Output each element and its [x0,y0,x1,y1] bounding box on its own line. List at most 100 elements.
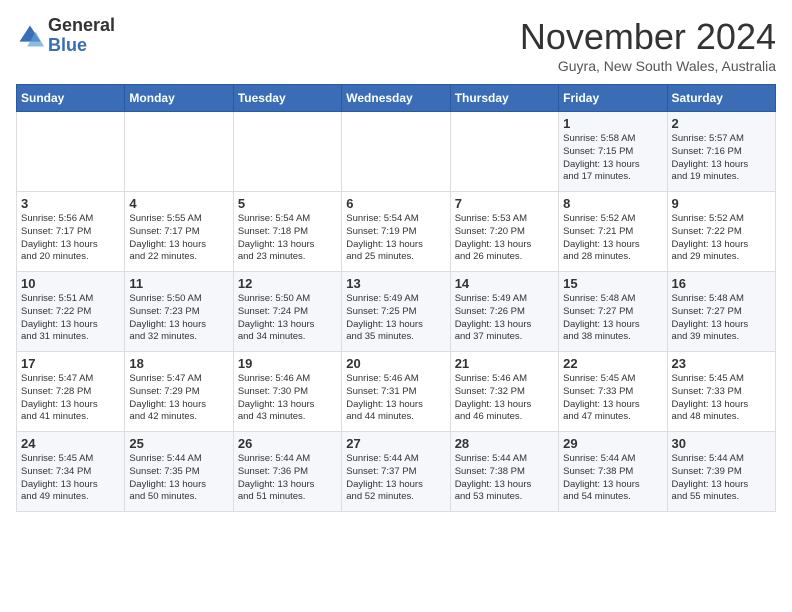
calendar-cell: 2Sunrise: 5:57 AM Sunset: 7:16 PM Daylig… [667,112,775,192]
calendar-cell [450,112,558,192]
title-block: November 2024 Guyra, New South Wales, Au… [520,16,776,74]
day-number: 4 [129,196,228,211]
month-title: November 2024 [520,16,776,58]
calendar-cell: 11 Sunrise: 5:50 AM Sunset: 7:23 PM Dayli… [125,272,233,352]
day-info: Sunrise: 5:49 AM Sunset: 7:26 PM Dayligh… [455,293,554,344]
day-info: Sunrise: 5:49 AM Sunset: 7:25 PM Dayligh… [346,293,445,344]
weekday-header-tuesday: Tuesday [233,85,341,112]
logo-blue-text: Blue [48,36,115,56]
day-info: Sunrise: 5:54 AM Sunset: 7:19 PM Dayligh… [346,213,445,264]
calendar-cell: 1 Sunrise: 5:58 AM Sunset: 7:15 PM Daylig… [559,112,667,192]
day-number: 5 [238,196,337,211]
logo-icon [16,22,44,50]
day-info: Sunrise: 5:44 AM Sunset: 7:37 PM Dayligh… [346,453,445,504]
day-number: 2 [672,116,771,131]
calendar-header: SundayMondayTuesdayWednesdayThursdayFrid… [17,85,776,112]
day-info: Sunrise: 5:47 AM Sunset: 7:29 PM Dayligh… [129,373,228,424]
day-number: 20 [346,356,445,371]
day-info: Sunrise: 5:50 AM Sunset: 7:23 PM Dayligh… [129,293,228,344]
day-info: Sunrise: 5:48 AM Sunset: 7:27 PM Dayligh… [563,293,662,344]
day-info: Sunrise: 5:45 AM Sunset: 7:33 PM Dayligh… [563,373,662,424]
calendar-cell: 22 Sunrise: 5:45 AM Sunset: 7:33 PM Dayli… [559,352,667,432]
calendar-cell: 6 Sunrise: 5:54 AM Sunset: 7:19 PM Daylig… [342,192,450,272]
calendar-cell: 4 Sunrise: 5:55 AM Sunset: 7:17 PM Daylig… [125,192,233,272]
day-number: 22 [563,356,662,371]
day-number: 29 [563,436,662,451]
location: Guyra, New South Wales, Australia [520,58,776,74]
page-header: General Blue November 2024 Guyra, New So… [16,16,776,74]
calendar-week-2: 3Sunrise: 5:56 AM Sunset: 7:17 PM Daylig… [17,192,776,272]
day-number: 8 [563,196,662,211]
calendar-cell: 15 Sunrise: 5:48 AM Sunset: 7:27 PM Dayli… [559,272,667,352]
weekday-header-sunday: Sunday [17,85,125,112]
calendar-cell: 27 Sunrise: 5:44 AM Sunset: 7:37 PM Dayli… [342,432,450,512]
day-info: Sunrise: 5:46 AM Sunset: 7:31 PM Dayligh… [346,373,445,424]
day-info: Sunrise: 5:55 AM Sunset: 7:17 PM Dayligh… [129,213,228,264]
day-info: Sunrise: 5:52 AM Sunset: 7:22 PM Dayligh… [672,213,771,264]
calendar-week-5: 24 Sunrise: 5:45 AM Sunset: 7:34 PM Dayli… [17,432,776,512]
day-number: 17 [21,356,120,371]
calendar-table: SundayMondayTuesdayWednesdayThursdayFrid… [16,84,776,512]
calendar-cell: 5 Sunrise: 5:54 AM Sunset: 7:18 PM Daylig… [233,192,341,272]
day-info: Sunrise: 5:44 AM Sunset: 7:35 PM Dayligh… [129,453,228,504]
calendar-cell: 30Sunrise: 5:44 AM Sunset: 7:39 PM Dayli… [667,432,775,512]
weekday-header-monday: Monday [125,85,233,112]
calendar-week-4: 17Sunrise: 5:47 AM Sunset: 7:28 PM Dayli… [17,352,776,432]
calendar-cell: 29 Sunrise: 5:44 AM Sunset: 7:38 PM Dayli… [559,432,667,512]
calendar-cell: 21Sunrise: 5:46 AM Sunset: 7:32 PM Dayli… [450,352,558,432]
day-info: Sunrise: 5:44 AM Sunset: 7:38 PM Dayligh… [563,453,662,504]
calendar-cell: 8 Sunrise: 5:52 AM Sunset: 7:21 PM Daylig… [559,192,667,272]
calendar-cell: 20 Sunrise: 5:46 AM Sunset: 7:31 PM Dayli… [342,352,450,432]
day-number: 11 [129,276,228,291]
calendar-week-1: 1 Sunrise: 5:58 AM Sunset: 7:15 PM Daylig… [17,112,776,192]
day-number: 19 [238,356,337,371]
day-number: 7 [455,196,554,211]
day-info: Sunrise: 5:46 AM Sunset: 7:32 PM Dayligh… [455,373,554,424]
calendar-cell: 25 Sunrise: 5:44 AM Sunset: 7:35 PM Dayli… [125,432,233,512]
day-number: 9 [672,196,771,211]
day-info: Sunrise: 5:44 AM Sunset: 7:36 PM Dayligh… [238,453,337,504]
day-info: Sunrise: 5:44 AM Sunset: 7:39 PM Dayligh… [672,453,771,504]
calendar-cell: 3Sunrise: 5:56 AM Sunset: 7:17 PM Daylig… [17,192,125,272]
calendar-week-3: 10 Sunrise: 5:51 AM Sunset: 7:22 PM Dayli… [17,272,776,352]
day-info: Sunrise: 5:53 AM Sunset: 7:20 PM Dayligh… [455,213,554,264]
day-number: 23 [672,356,771,371]
day-info: Sunrise: 5:48 AM Sunset: 7:27 PM Dayligh… [672,293,771,344]
day-info: Sunrise: 5:51 AM Sunset: 7:22 PM Dayligh… [21,293,120,344]
day-number: 6 [346,196,445,211]
calendar-cell: 19 Sunrise: 5:46 AM Sunset: 7:30 PM Dayli… [233,352,341,432]
logo-general-text: General [48,16,115,36]
day-info: Sunrise: 5:52 AM Sunset: 7:21 PM Dayligh… [563,213,662,264]
weekday-header-wednesday: Wednesday [342,85,450,112]
weekday-header-friday: Friday [559,85,667,112]
day-info: Sunrise: 5:54 AM Sunset: 7:18 PM Dayligh… [238,213,337,264]
day-number: 27 [346,436,445,451]
day-number: 24 [21,436,120,451]
day-number: 13 [346,276,445,291]
weekday-header-thursday: Thursday [450,85,558,112]
calendar-cell: 14Sunrise: 5:49 AM Sunset: 7:26 PM Dayli… [450,272,558,352]
calendar-cell: 7 Sunrise: 5:53 AM Sunset: 7:20 PM Daylig… [450,192,558,272]
day-number: 10 [21,276,120,291]
day-info: Sunrise: 5:58 AM Sunset: 7:15 PM Dayligh… [563,133,662,184]
day-number: 12 [238,276,337,291]
weekday-header-saturday: Saturday [667,85,775,112]
calendar-cell: 12Sunrise: 5:50 AM Sunset: 7:24 PM Dayli… [233,272,341,352]
calendar-cell: 16Sunrise: 5:48 AM Sunset: 7:27 PM Dayli… [667,272,775,352]
calendar-cell [125,112,233,192]
calendar-cell: 24 Sunrise: 5:45 AM Sunset: 7:34 PM Dayli… [17,432,125,512]
day-info: Sunrise: 5:46 AM Sunset: 7:30 PM Dayligh… [238,373,337,424]
calendar-cell: 23Sunrise: 5:45 AM Sunset: 7:33 PM Dayli… [667,352,775,432]
day-info: Sunrise: 5:45 AM Sunset: 7:34 PM Dayligh… [21,453,120,504]
logo: General Blue [16,16,115,56]
day-number: 1 [563,116,662,131]
calendar-cell: 26 Sunrise: 5:44 AM Sunset: 7:36 PM Dayli… [233,432,341,512]
calendar-cell [342,112,450,192]
day-number: 3 [21,196,120,211]
day-number: 15 [563,276,662,291]
day-number: 26 [238,436,337,451]
calendar-cell: 18Sunrise: 5:47 AM Sunset: 7:29 PM Dayli… [125,352,233,432]
day-info: Sunrise: 5:44 AM Sunset: 7:38 PM Dayligh… [455,453,554,504]
day-number: 25 [129,436,228,451]
calendar-cell [17,112,125,192]
